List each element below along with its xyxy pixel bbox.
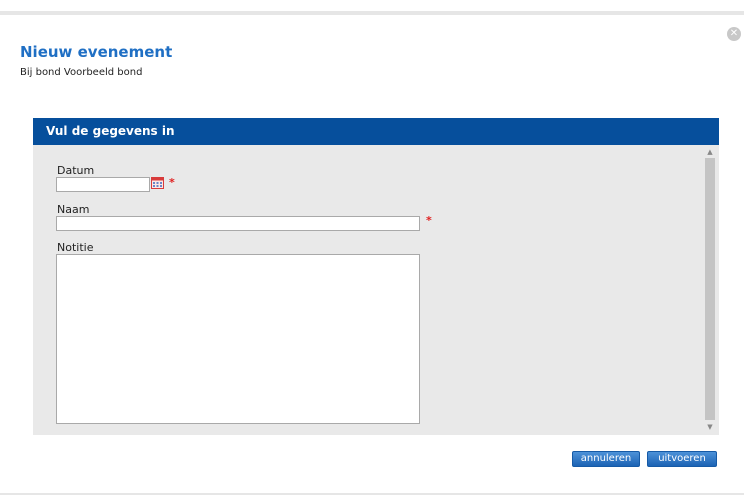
panel-header: Vul de gegevens in [33, 118, 719, 145]
scroll-down-icon[interactable]: ▼ [704, 422, 716, 432]
naam-label: Naam [57, 203, 90, 216]
page-title: Nieuw evenement [20, 43, 173, 61]
datum-required-mark: * [169, 176, 175, 189]
scroll-up-icon[interactable]: ▲ [704, 147, 716, 157]
calendar-icon[interactable] [151, 177, 164, 189]
datum-label: Datum [57, 164, 95, 177]
panel-scrollbar[interactable]: ▲ ▼ [704, 146, 716, 434]
notitie-textarea[interactable] [56, 254, 420, 424]
bottom-divider [0, 493, 744, 495]
notitie-label: Notitie [57, 241, 94, 254]
naam-required-mark: * [426, 214, 432, 227]
top-divider [0, 11, 744, 15]
submit-button[interactable]: uitvoeren [647, 451, 717, 467]
close-icon[interactable]: ✕ [727, 27, 741, 41]
scroll-thumb[interactable] [705, 158, 715, 420]
cancel-button[interactable]: annuleren [572, 451, 640, 467]
page-subtitle: Bij bond Voorbeeld bond [20, 67, 143, 78]
naam-input[interactable] [56, 216, 420, 231]
datum-input[interactable] [56, 177, 150, 192]
